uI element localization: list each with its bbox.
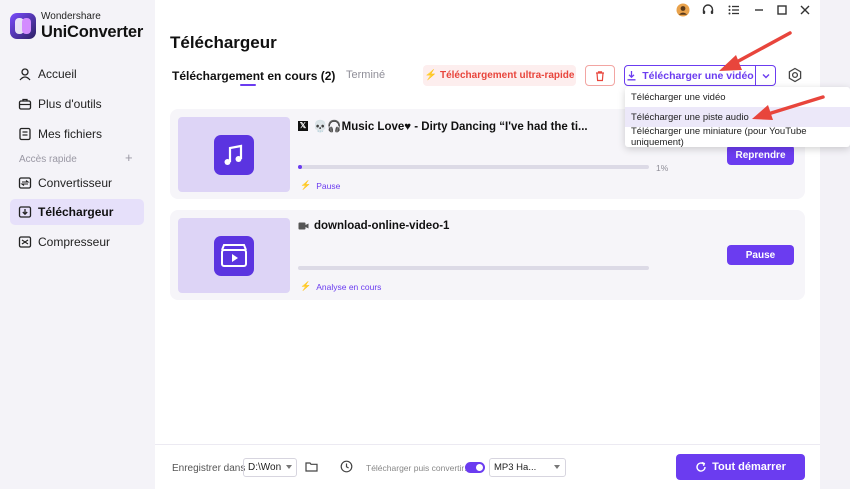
menu-item-download-audio[interactable]: Télécharger une piste audio xyxy=(625,107,850,127)
page-title: Téléchargeur xyxy=(170,33,277,52)
brand: Wondershare UniConverter xyxy=(10,12,143,41)
ultra-fast-label: Téléchargement ultra-rapide xyxy=(439,70,575,81)
download-icon xyxy=(18,206,32,218)
sidebar-item-label: Plus d'outils xyxy=(38,97,102,111)
sidebar-item-compresseur[interactable]: Compresseur xyxy=(10,229,144,255)
ultra-fast-download-button[interactable]: ⚡ Téléchargement ultra-rapide xyxy=(423,65,576,86)
convert-icon xyxy=(18,177,32,189)
x-logo-icon: 𝕏 xyxy=(298,121,308,131)
download-status: ⚡ Pause xyxy=(300,180,340,191)
file-icon xyxy=(19,127,31,141)
headset-support-icon[interactable] xyxy=(701,3,715,17)
sidebar-item-mes-fichiers[interactable]: Mes fichiers xyxy=(10,121,144,147)
start-all-button[interactable]: Tout démarrer xyxy=(676,454,805,480)
video-clapper-icon xyxy=(214,236,254,276)
brand-company: Wondershare xyxy=(41,11,101,22)
chevron-down-icon xyxy=(286,465,292,469)
download-status-text: Pause xyxy=(316,180,341,191)
chevron-down-icon xyxy=(554,465,560,469)
media-thumbnail xyxy=(178,218,290,293)
active-tab-indicator xyxy=(240,84,256,86)
menu-item-download-video[interactable]: Télécharger une vidéo xyxy=(625,87,850,107)
brand-product: UniConverter xyxy=(41,23,144,41)
tab-downloading[interactable]: Téléchargement en cours (2) xyxy=(172,69,335,83)
uniconverter-logo-icon xyxy=(10,13,36,40)
save-location-select[interactable]: D:\Won xyxy=(243,458,297,477)
music-note-icon xyxy=(214,135,254,175)
download-video-button[interactable]: Télécharger une vidéo xyxy=(624,65,756,86)
save-location-label: Enregistrer dans xyxy=(172,463,246,474)
download-options-menu: Télécharger une vidéo Télécharger une pi… xyxy=(625,87,850,148)
output-format-value: MP3 Ha... xyxy=(494,462,537,473)
footer-bar: Enregistrer dans D:\Won Télécharger puis… xyxy=(155,444,820,489)
pause-button[interactable]: Pause xyxy=(727,245,794,265)
download-title-text: download-online-video-1 xyxy=(314,220,450,232)
chevron-down-icon xyxy=(762,73,769,78)
download-item-title: download-online-video-1 xyxy=(298,220,449,232)
bolt-icon: ⚡ xyxy=(424,70,437,81)
toolbox-icon xyxy=(18,98,32,110)
sidebar-item-telechargeur[interactable]: Téléchargeur xyxy=(10,199,144,225)
resume-button[interactable]: Reprendre xyxy=(727,145,794,165)
add-quick-access-button[interactable]: + xyxy=(125,150,133,165)
folder-icon[interactable] xyxy=(305,461,318,472)
progress-bar xyxy=(298,266,649,270)
video-icon xyxy=(298,222,309,230)
home-icon xyxy=(19,68,31,81)
download-video-label: Télécharger une vidéo xyxy=(642,69,754,82)
bolt-icon: ⚡ xyxy=(300,180,312,190)
sidebar-item-convertisseur[interactable]: Convertisseur xyxy=(10,170,144,196)
tab-finished[interactable]: Terminé xyxy=(346,69,385,81)
trash-icon xyxy=(596,70,604,81)
refresh-icon xyxy=(696,461,706,472)
quick-access-label: Accès rapide xyxy=(19,154,77,165)
sidebar: Wondershare UniConverter Accueil Plus d'… xyxy=(0,0,155,489)
sidebar-item-label: Téléchargeur xyxy=(38,205,114,219)
progress-fill xyxy=(298,165,302,169)
close-icon[interactable] xyxy=(798,3,812,17)
maximize-icon[interactable] xyxy=(775,3,789,17)
avatar[interactable] xyxy=(676,3,690,17)
delete-button[interactable] xyxy=(585,65,615,86)
download-item-title: 𝕏 💀🎧Music Love♥ - Dirty Dancing “I've ha… xyxy=(298,119,588,133)
compress-icon xyxy=(18,236,32,248)
progress-percent: 1% xyxy=(656,163,669,173)
menu-item-download-thumbnail[interactable]: Télécharger une miniature (pour YouTube … xyxy=(625,126,850,148)
clock-icon[interactable] xyxy=(340,460,353,473)
bolt-icon: ⚡ xyxy=(300,281,312,291)
right-edge xyxy=(820,0,850,489)
download-arrow-icon xyxy=(627,71,636,81)
download-status: ⚡ Analyse en cours xyxy=(300,281,381,292)
minimize-icon[interactable] xyxy=(752,3,766,17)
download-status-text: Analyse en cours xyxy=(316,281,382,292)
convert-toggle[interactable] xyxy=(465,462,485,473)
convert-after-download-label: Télécharger puis convertir: xyxy=(366,463,467,473)
sidebar-item-plus-outils[interactable]: Plus d'outils xyxy=(10,91,144,117)
menu-icon[interactable] xyxy=(727,3,741,17)
download-item: download-online-video-1 ⚡ Analyse en cou… xyxy=(170,210,805,300)
sidebar-item-label: Accueil xyxy=(38,67,77,81)
sidebar-item-label: Compresseur xyxy=(38,235,111,249)
sidebar-item-label: Mes fichiers xyxy=(38,127,103,141)
sidebar-item-accueil[interactable]: Accueil xyxy=(10,61,144,87)
media-thumbnail xyxy=(178,117,290,192)
gear-icon[interactable] xyxy=(787,67,803,83)
download-options-dropdown[interactable] xyxy=(756,65,776,86)
save-location-value: D:\Won xyxy=(248,462,282,473)
download-title-text: 💀🎧Music Love♥ - Dirty Dancing “I've had … xyxy=(313,121,588,133)
start-all-label: Tout démarrer xyxy=(712,461,786,473)
sidebar-item-label: Convertisseur xyxy=(38,176,113,190)
output-format-select[interactable]: MP3 Ha... xyxy=(489,458,566,477)
progress-bar xyxy=(298,165,649,169)
main-panel: Téléchargeur Téléchargement en cours (2)… xyxy=(155,0,820,489)
